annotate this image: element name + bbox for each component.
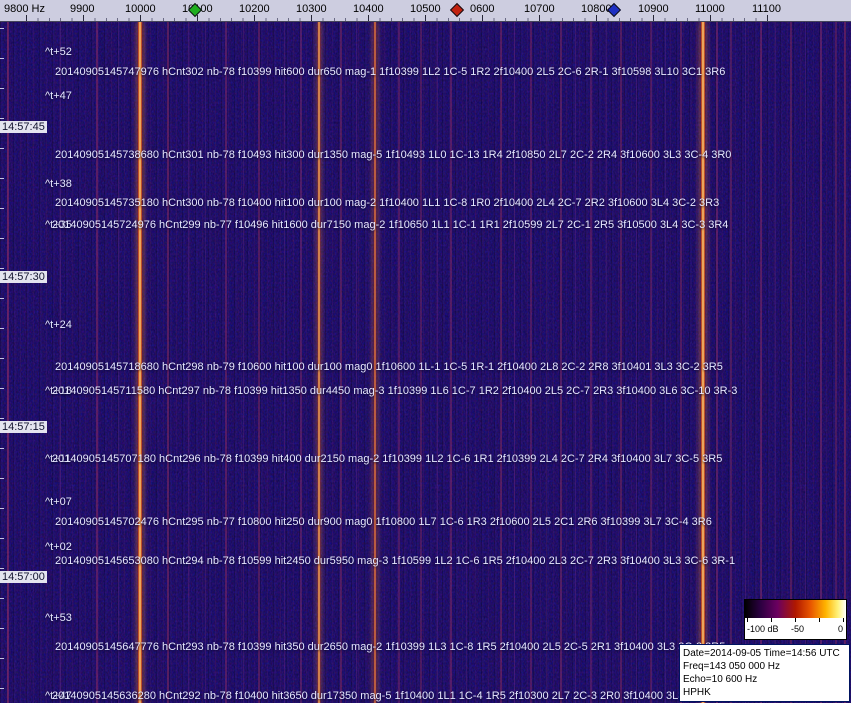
freq-label: 10400 <box>353 3 384 15</box>
freq-label: 9800 Hz <box>4 3 45 15</box>
echo-time-marker: ^t+53 <box>45 612 72 624</box>
freq-label: 10200 <box>239 3 270 15</box>
echo-log-line: 20140905145653080 hCnt294 nb-78 f10599 h… <box>55 555 736 567</box>
spectrogram-app: 9800 Hz 9900 10000 10100 10200 10300 104… <box>0 0 851 703</box>
time-label: 14:57:30 <box>0 271 47 283</box>
info-freq-line: Freq=143 050 000 Hz <box>683 661 781 672</box>
echo-log-line: 20140905145735180 hCnt300 nb-78 f10400 h… <box>55 197 720 209</box>
info-echo-line: Echo=10 600 Hz <box>683 674 758 685</box>
info-overlay: Date=2014-09-05 Time=14:56 UTC Freq=143 … <box>679 644 850 702</box>
freq-label: 11100 <box>752 3 781 15</box>
freq-label: 10700 <box>524 3 555 15</box>
colorbar-label-mid: -50 <box>791 624 805 634</box>
colorbar-gradient <box>745 600 846 618</box>
echo-time-marker: ^t+02 <box>45 541 72 553</box>
colorbar-label-max: 0 <box>837 624 843 634</box>
echo-log-line: 20140905145702476 hCnt295 nb-77 f10800 h… <box>55 516 712 528</box>
echo-log-line: 20140905145711580 hCnt297 nb-78 f10399 h… <box>52 385 738 397</box>
freq-label: 0600 <box>470 3 495 15</box>
echo-time-marker: ^t+07 <box>45 496 72 508</box>
frequency-ruler: 9800 Hz 9900 10000 10100 10200 10300 104… <box>0 0 851 22</box>
freq-label: 11000 <box>695 3 725 15</box>
echo-time-marker: ^t+52 <box>45 46 72 58</box>
echo-log-line: 20140905145647776 hCnt293 nb-78 f10399 h… <box>55 641 726 653</box>
freq-label: 10900 <box>638 3 669 15</box>
echo-log-line: 20140905145718680 hCnt298 nb-79 f10600 h… <box>55 361 723 373</box>
echo-time-marker: ^t+47 <box>45 90 72 102</box>
echo-log-line: 20140905145738680 hCnt301 nb-78 f10493 h… <box>55 149 732 161</box>
colorbar-label-min: -100 dB <box>747 624 779 634</box>
intensity-colorbar: -100 dB -50 0 <box>744 599 847 640</box>
echo-log-line: 20140905145636280 hCnt292 nb-78 f10400 h… <box>52 690 735 702</box>
echo-log-line: 20140905145747976 hCnt302 nb-78 f10399 h… <box>55 66 726 78</box>
freq-label: 10000 <box>125 3 156 15</box>
freq-label: 10500 <box>410 3 441 15</box>
echo-time-marker: ^t+38 <box>45 178 72 190</box>
waterfall-display: 14:57:45 14:57:30 14:57:15 14:57:00 ^t+5… <box>0 22 851 703</box>
echo-log-line: 20140905145724976 hCnt299 nb-77 f10496 h… <box>52 219 729 231</box>
freq-label: 9900 <box>70 3 95 15</box>
echo-time-marker: ^t+24 <box>45 319 72 331</box>
time-label: 14:57:00 <box>0 571 47 583</box>
faint-spectral-line <box>730 22 732 703</box>
time-label: 14:57:45 <box>0 121 47 133</box>
freq-label: 10300 <box>296 3 327 15</box>
echo-log-line: 20140905145707180 hCnt296 nb-78 f10399 h… <box>52 453 723 465</box>
colorbar-ticks <box>747 618 844 622</box>
info-station-line: HPHK <box>683 687 711 698</box>
time-label: 14:57:15 <box>0 421 47 433</box>
info-date-line: Date=2014-09-05 Time=14:56 UTC <box>683 648 840 659</box>
ruler-minor-ticks <box>26 18 768 21</box>
